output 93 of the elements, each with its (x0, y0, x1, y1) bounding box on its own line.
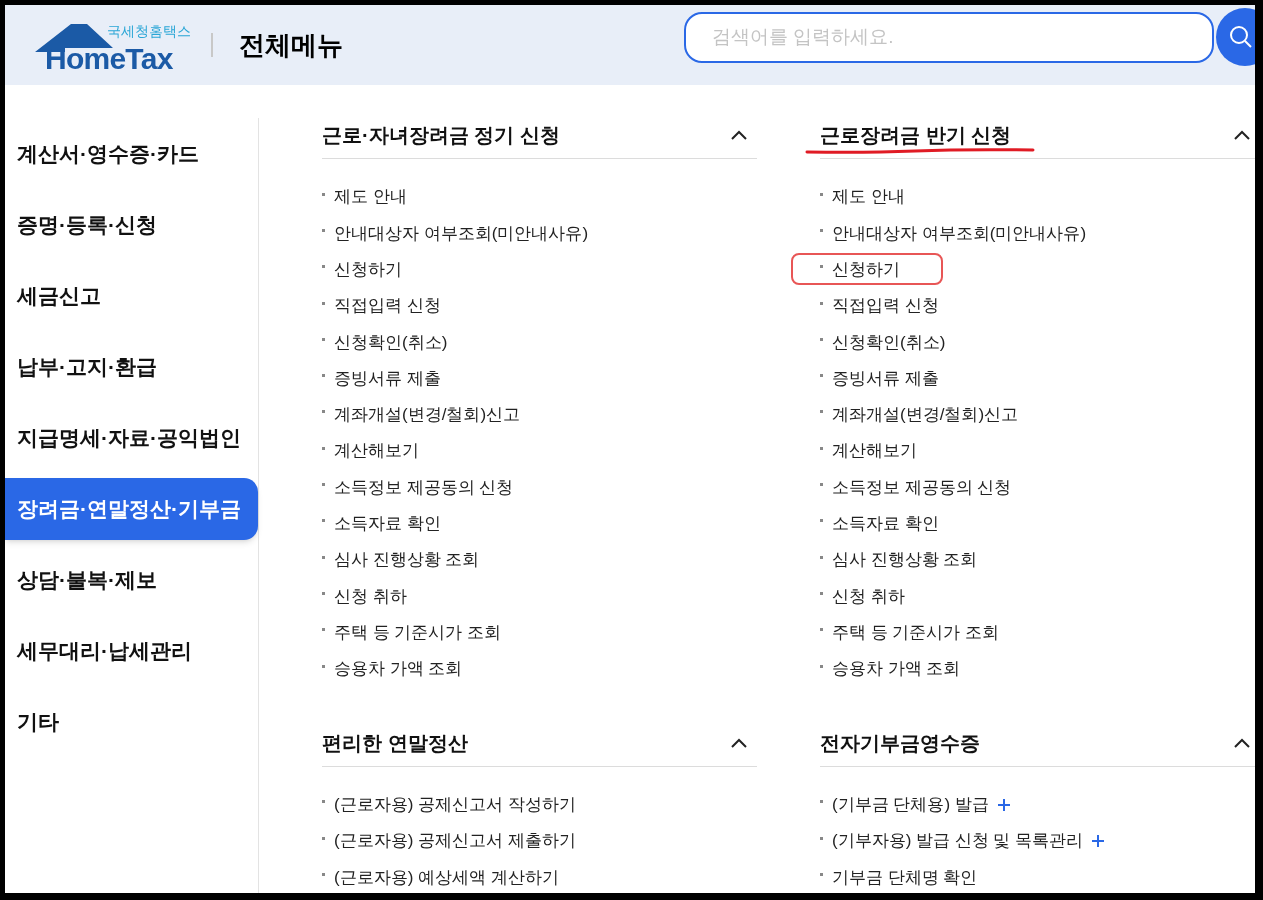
bullet-icon (820, 410, 823, 414)
bullet-icon (820, 800, 823, 804)
bullet-icon (820, 591, 823, 595)
menu-link[interactable]: 주택 등 기준시가 조회 (832, 619, 1000, 646)
search-input[interactable]: 검색어를 입력하세요. (686, 23, 1212, 52)
menu-link[interactable]: 계산해보기 (832, 438, 917, 464)
chevron-icon[interactable] (731, 737, 747, 748)
bullet-icon (322, 228, 325, 232)
bullet-icon (322, 800, 325, 804)
menu-link[interactable]: 계좌개설(변경/철회)신고 (334, 402, 521, 428)
sidebar-item[interactable]: 장려금·연말정산·기부금 (5, 477, 258, 540)
section-title[interactable]: 전자기부금영수증 (820, 727, 980, 758)
menu-link[interactable]: 직접입력 신청 (334, 293, 441, 319)
menu-link[interactable]: 증빙서류 제출 (832, 365, 939, 392)
search-field[interactable]: 검색어를 입력하세요. (684, 12, 1214, 63)
menu-link[interactable]: 안내대상자 여부조회(미안내사유) (334, 220, 589, 247)
menu-link[interactable]: (기부자용) 발급 신청 및 목록관리 (832, 828, 1084, 854)
sidebar-item[interactable]: 상담·불복·제보 (5, 548, 258, 611)
menu-link[interactable]: 소득자료 확인 (832, 511, 939, 537)
bullet-icon (820, 228, 823, 232)
bullet-icon (322, 337, 325, 341)
menu-link[interactable]: 증빙서류 제출 (334, 365, 441, 392)
sidebar-item[interactable]: 세금신고 (5, 264, 258, 327)
menu-link[interactable]: (근로자용) 공제신고서 작성하기 (334, 792, 576, 818)
bullet-icon (322, 591, 325, 595)
bullet-icon (322, 192, 325, 196)
sidebar-item[interactable]: 계산서·영수증·카드 (5, 122, 258, 185)
menu-link[interactable]: (근로자용) 예상세액 계산하기 (334, 864, 559, 891)
bullet-icon (322, 628, 325, 632)
page-title: 전체메뉴 (239, 28, 343, 62)
search-icon (1229, 25, 1253, 49)
menu-link[interactable]: 소득정보 제공동의 신청 (832, 474, 1012, 501)
menu-link[interactable]: 신청 취하 (832, 583, 905, 610)
menu-link[interactable]: 제도 안내 (334, 184, 407, 210)
plus-icon[interactable] (1091, 834, 1106, 849)
plus-icon[interactable] (996, 797, 1011, 812)
menu-link[interactable]: 소득정보 제공동의 신청 (334, 474, 514, 501)
bullet-icon (322, 872, 325, 876)
bullet-icon (820, 301, 823, 305)
menu-link[interactable]: 신청하기 (334, 257, 402, 283)
bullet-icon (322, 410, 325, 414)
logo-wordmark[interactable]: HomeTax (45, 44, 173, 74)
section-title[interactable]: 근로장려금 반기 신청 (820, 120, 1012, 150)
bullet-icon (820, 836, 823, 840)
bullet-icon (820, 192, 823, 196)
bullet-icon (322, 265, 325, 269)
menu-link[interactable]: 승용차 가액 조회 (832, 656, 961, 682)
section-title[interactable]: 근로·자녀장려금 정기 신청 (322, 120, 560, 150)
section-title[interactable]: 편리한 연말정산 (322, 727, 468, 758)
menu-link[interactable]: 신청확인(취소) (832, 329, 946, 356)
menu-link[interactable]: 직접입력 신청 (832, 293, 939, 319)
menu-link[interactable]: 신청 취하 (334, 583, 407, 610)
logo-subtitle: 국세청홈택스 (107, 24, 191, 38)
menu-link[interactable]: 기부금 단체명 확인 (832, 864, 978, 891)
bullet-icon (322, 301, 325, 305)
bullet-icon (322, 555, 325, 559)
bullet-icon (820, 265, 823, 269)
sidebar-item[interactable]: 세무대리·납세관리 (5, 619, 258, 682)
bullet-icon (820, 555, 823, 559)
sidebar-item[interactable]: 증명·등록·신청 (5, 193, 258, 256)
bullet-icon (820, 872, 823, 876)
sidebar-item[interactable]: 지급명세·자료·공익법인 (5, 406, 258, 469)
chevron-icon[interactable] (731, 130, 747, 140)
menu-link[interactable]: 심사 진행상황 조회 (832, 547, 978, 573)
chevron-icon[interactable] (1234, 130, 1250, 140)
menu-link[interactable]: 신청확인(취소) (334, 329, 448, 356)
bullet-icon (322, 519, 325, 523)
menu-link[interactable]: 주택 등 기준시가 조회 (334, 619, 502, 646)
chevron-icon[interactable] (1234, 737, 1250, 748)
bullet-icon (820, 337, 823, 341)
bullet-icon (820, 628, 823, 632)
sidebar-item[interactable]: 납부·고지·환급 (5, 335, 258, 398)
menu-link[interactable]: 계좌개설(변경/철회)신고 (832, 402, 1019, 428)
menu-link[interactable]: 신청하기 (832, 257, 900, 283)
menu-link[interactable]: 제도 안내 (832, 184, 905, 210)
bullet-icon (820, 664, 823, 668)
menu-link[interactable]: 안내대상자 여부조회(미안내사유) (832, 220, 1087, 247)
bullet-icon (322, 374, 325, 378)
menu-link[interactable]: 승용차 가액 조회 (334, 656, 463, 682)
menu-link[interactable]: 계산해보기 (334, 438, 419, 464)
bullet-icon (820, 519, 823, 523)
bullet-icon (820, 446, 823, 450)
bullet-icon (322, 664, 325, 668)
bullet-icon (820, 374, 823, 378)
bullet-icon (322, 446, 325, 450)
menu-link[interactable]: (기부금 단체용) 발급 (832, 792, 989, 818)
bullet-icon (322, 483, 325, 486)
sidebar-item[interactable]: 기타 (5, 690, 258, 753)
menu-link[interactable]: (근로자용) 공제신고서 제출하기 (334, 828, 576, 854)
menu-link[interactable]: 심사 진행상황 조회 (334, 547, 480, 573)
bullet-icon (820, 483, 823, 486)
bullet-icon (322, 836, 325, 840)
menu-link[interactable]: 소득자료 확인 (334, 511, 441, 537)
